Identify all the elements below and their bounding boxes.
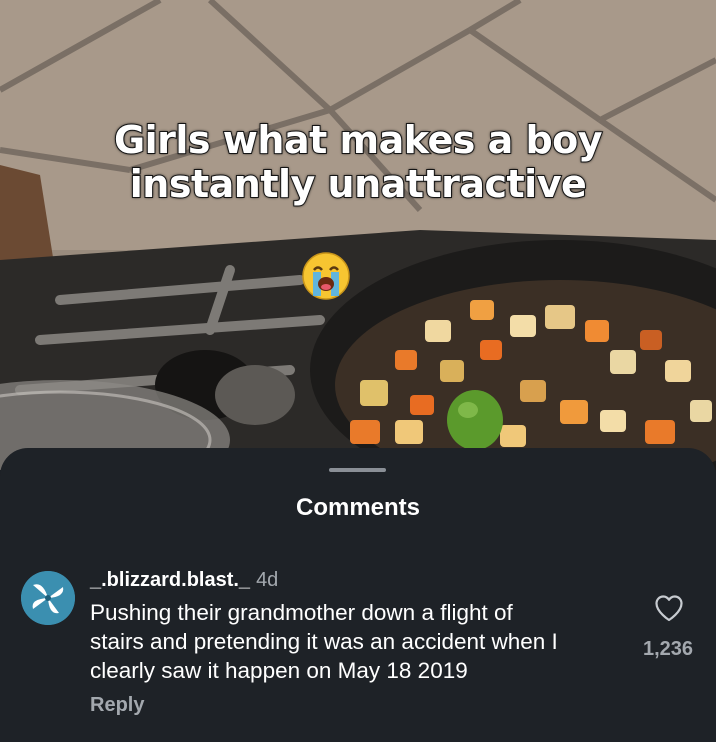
caption-line-2: instantly unattractive	[129, 161, 588, 207]
comment-line-2: stairs and pretending it was an accident…	[90, 629, 558, 654]
crying-face-emoji-icon	[302, 252, 350, 300]
video-caption: Girls what makes a boy instantly unattra…	[0, 117, 716, 207]
comments-sheet: Comments _.blizzard.blast._ 4d Pushing th…	[0, 448, 716, 742]
app-root: Girls what makes a boy instantly unattra…	[0, 0, 716, 742]
sheet-grabber-handle[interactable]	[329, 468, 386, 472]
comment-username[interactable]: _.blizzard.blast._	[90, 569, 250, 591]
comment-header: _.blizzard.blast._ 4d	[90, 569, 278, 592]
heart-outline-icon[interactable]	[654, 594, 684, 622]
comment-body: Pushing their grandmother down a flight …	[90, 598, 635, 685]
video-frame-illustration	[0, 0, 716, 470]
caption-line-1: Girls what makes a boy	[113, 117, 604, 163]
like-count: 1,236	[642, 638, 694, 660]
pinwheel-avatar-icon	[21, 571, 75, 625]
comment-line-1: Pushing their grandmother down a flight …	[90, 600, 513, 625]
comment-line-3: clearly saw it happen on May 18 2019	[90, 658, 468, 683]
comments-title: Comments	[295, 494, 421, 521]
video-player[interactable]: Girls what makes a boy instantly unattra…	[0, 0, 716, 470]
reply-button[interactable]: Reply	[90, 694, 144, 717]
comment-age: 4d	[256, 569, 279, 591]
avatar[interactable]	[21, 571, 75, 625]
